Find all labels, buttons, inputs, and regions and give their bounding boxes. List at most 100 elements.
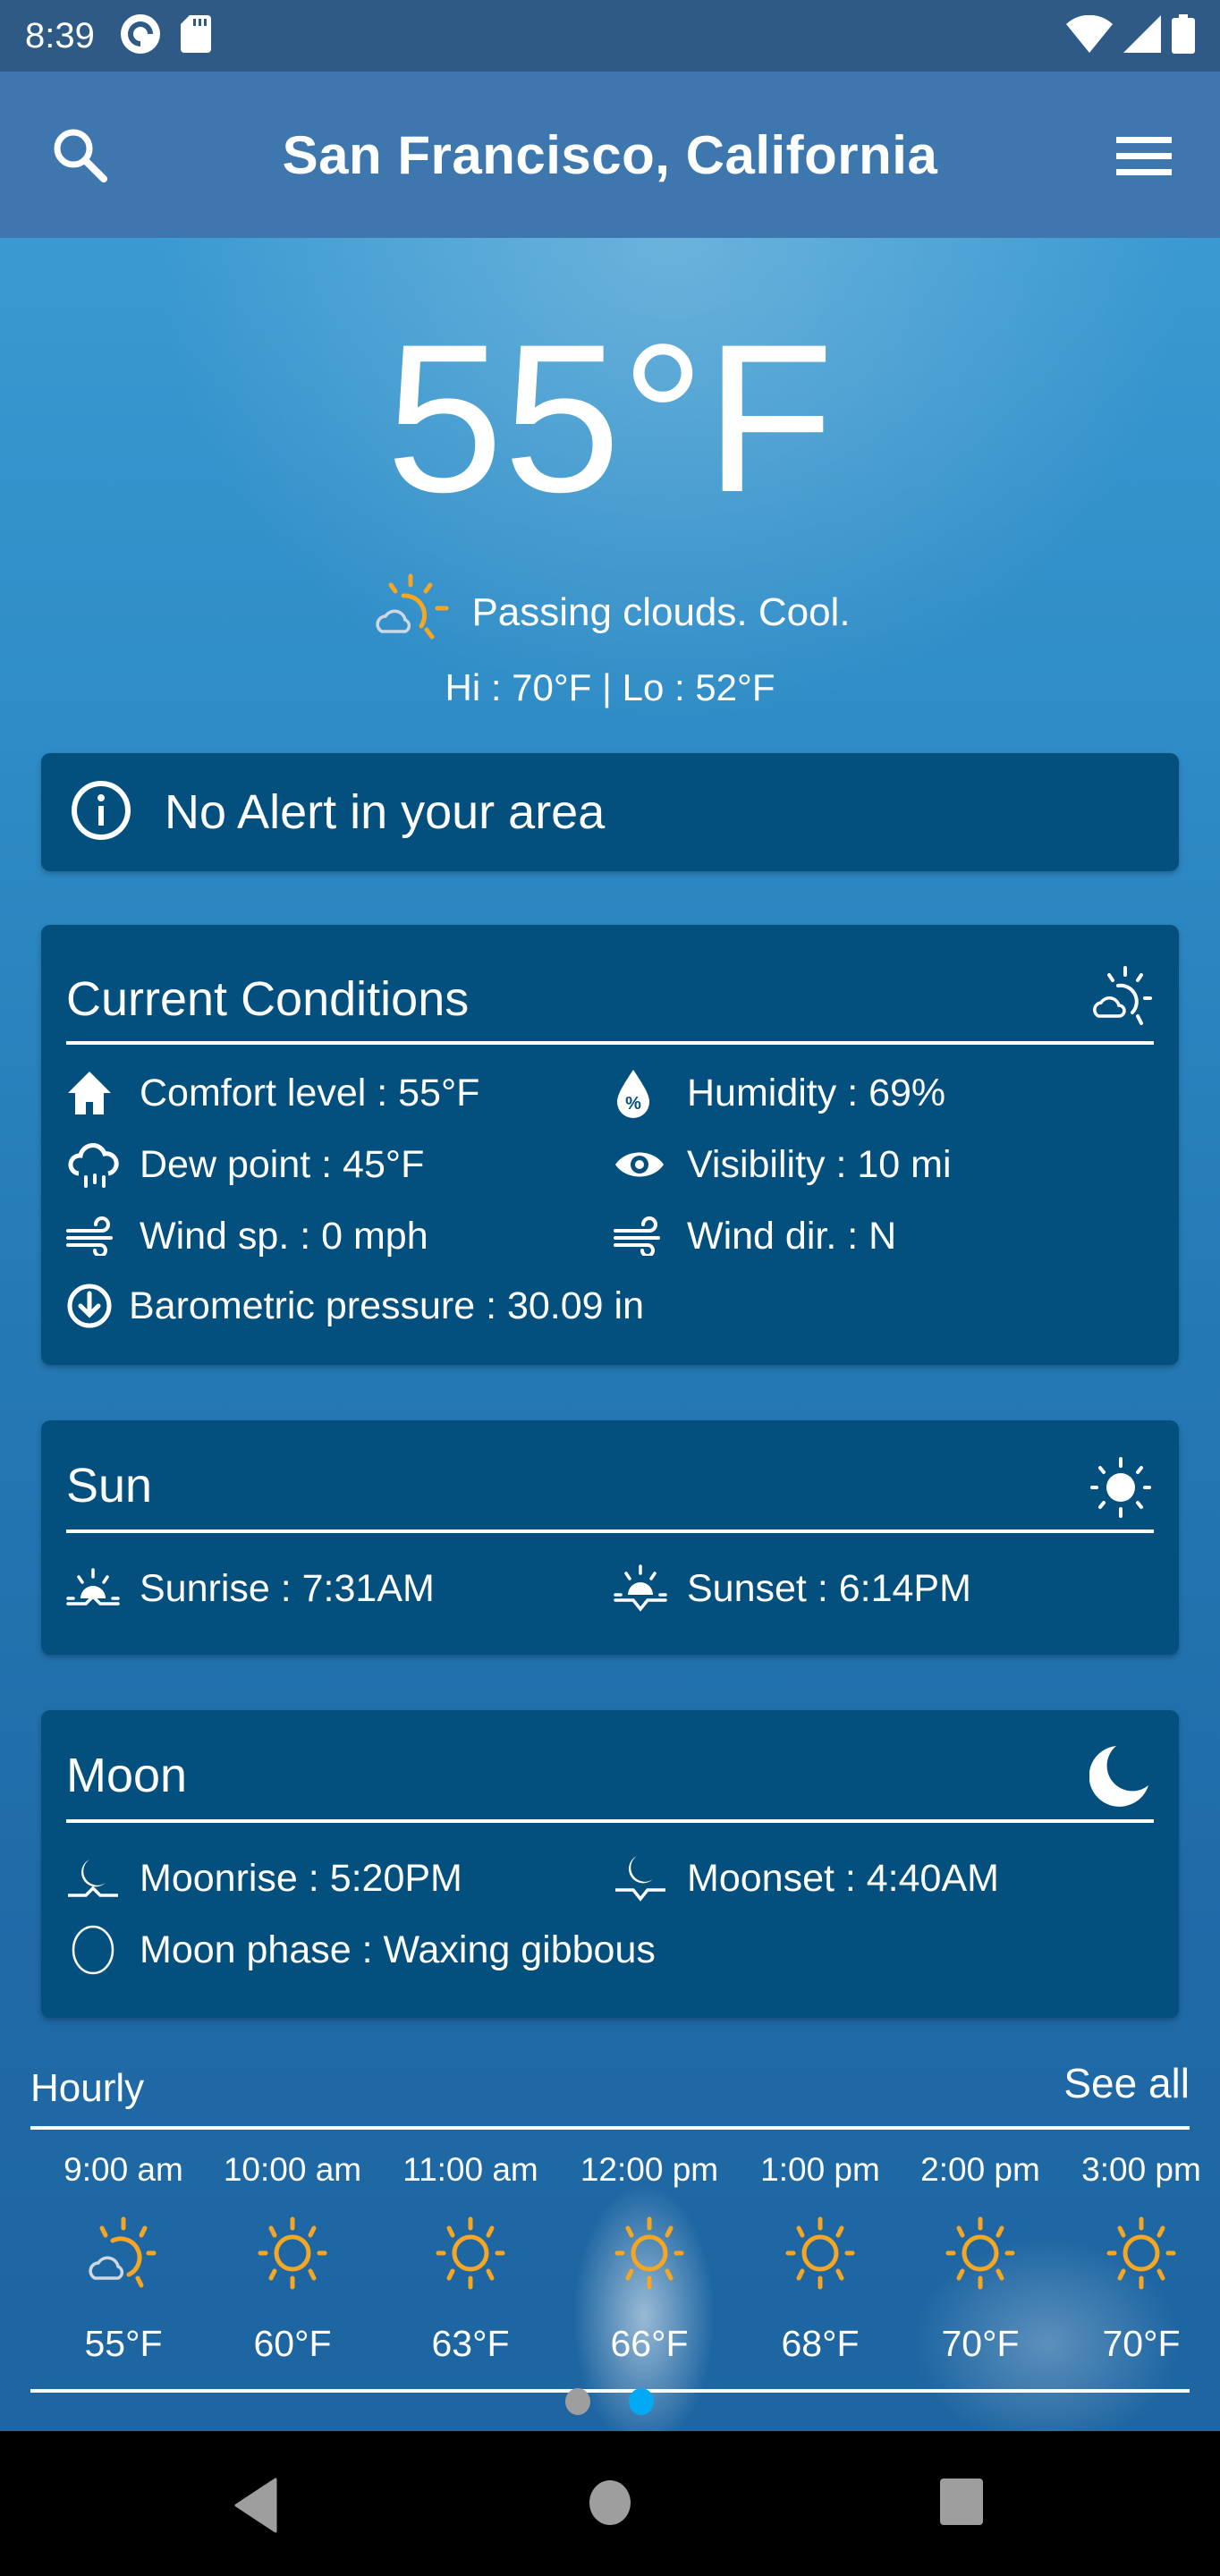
card-title: Sun: [66, 1459, 153, 1513]
status-bar: 8:39: [0, 0, 1220, 72]
crescent-moon-icon: [1089, 1742, 1152, 1813]
divider: [30, 2389, 1190, 2393]
pressure-down-icon: [66, 1281, 113, 1331]
hour-time: 1:00 pm: [760, 2151, 880, 2188]
divider: [30, 2126, 1190, 2130]
card-title: Moon: [66, 1749, 188, 1802]
dew-cloud-icon: [66, 1140, 120, 1190]
divider: [66, 1819, 1154, 1823]
partly-cloudy-icon: [1091, 966, 1152, 1033]
hourly-item[interactable]: 10:00 am 60°F: [208, 2151, 377, 2365]
wind-speed: Wind sp. : 0 mph: [66, 1211, 428, 1261]
moonrise-text: Moonrise : 5:20PM: [140, 1856, 462, 1900]
wind-icon: [66, 1211, 120, 1261]
hour-temperature: 68°F: [781, 2323, 860, 2364]
wind-direction: Wind dir. : N: [614, 1211, 896, 1261]
hour-temperature: 60°F: [253, 2323, 332, 2364]
hour-temperature: 63°F: [431, 2323, 510, 2364]
hourly-item[interactable]: 3:00 pm 70°F: [1056, 2151, 1220, 2365]
home-button[interactable]: [589, 2479, 631, 2530]
info-icon: [70, 779, 132, 846]
dew-point: Dew point : 45°F: [66, 1140, 424, 1190]
sunny-icon: [735, 2216, 905, 2291]
barometric-pressure-text: Barometric pressure : 30.09 in: [129, 1284, 644, 1327]
home-icon: [66, 1068, 120, 1118]
pocket-casts-icon: [120, 13, 161, 59]
svg-text:%: %: [625, 1094, 641, 1114]
hour-time: 10:00 am: [223, 2151, 362, 2188]
sunny-icon: [564, 2216, 734, 2291]
sunrise-text: Sunrise : 7:31AM: [140, 1566, 435, 1610]
hourly-title: Hourly: [30, 2066, 145, 2110]
eye-icon: [614, 1140, 667, 1190]
sunset: Sunset : 6:14PM: [614, 1563, 971, 1614]
sunny-icon: [385, 2216, 555, 2291]
alert-text: No Alert in your area: [165, 785, 606, 839]
recents-button[interactable]: [939, 2478, 984, 2530]
moon-card: Moon Moonrise : 5:20PM Moonset : 4:40AM …: [41, 1710, 1179, 2018]
moon-phase: Moon phase : Waxing gibbous: [66, 1925, 656, 1975]
sd-card-icon: [180, 14, 211, 57]
hour-temperature: 70°F: [1102, 2323, 1181, 2364]
hour-time: 9:00 am: [64, 2151, 183, 2188]
search-icon[interactable]: [50, 125, 113, 188]
moonset-text: Moonset : 4:40AM: [687, 1856, 999, 1900]
pager-dot-1[interactable]: [565, 2388, 590, 2415]
menu-icon[interactable]: [1113, 130, 1175, 183]
sunrise: Sunrise : 7:31AM: [66, 1563, 435, 1614]
card-title: Current Conditions: [66, 972, 470, 1026]
wind-direction-text: Wind dir. : N: [687, 1214, 897, 1258]
barometric-pressure: Barometric pressure : 30.09 in: [66, 1281, 644, 1331]
back-button[interactable]: [234, 2478, 277, 2538]
hour-temperature: 66°F: [610, 2323, 689, 2364]
hour-time: 11:00 am: [402, 2151, 538, 2188]
humidity-text: Humidity : 69%: [687, 1071, 946, 1114]
moonset: Moonset : 4:40AM: [614, 1853, 999, 1903]
see-all-link[interactable]: See all: [1063, 2059, 1190, 2107]
current-conditions-card: Current Conditions Comfort level : 55°F …: [41, 925, 1179, 1365]
visibility: Visibility : 10 mi: [614, 1140, 952, 1190]
current-temperature: 55°F: [385, 301, 835, 537]
sunny-icon: [1056, 2216, 1220, 2291]
system-nav-bar: [0, 2431, 1220, 2576]
partly-cloudy-icon: [38, 2216, 208, 2291]
humidity: % Humidity : 69%: [614, 1068, 945, 1118]
hour-time: 12:00 pm: [580, 2151, 719, 2188]
sunrise-icon: [66, 1563, 120, 1614]
hi-lo-temperature: Hi : 70°F | Lo : 52°F: [445, 666, 775, 708]
status-time: 8:39: [25, 15, 95, 55]
sun-icon: [1089, 1456, 1152, 1523]
battery-icon: [1172, 13, 1195, 58]
wind-icon: [614, 1211, 667, 1261]
hour-time: 3:00 pm: [1081, 2151, 1201, 2188]
hourly-item[interactable]: 11:00 am 63°F: [385, 2151, 555, 2365]
hourly-item[interactable]: 1:00 pm 68°F: [735, 2151, 905, 2365]
hourly-item[interactable]: 12:00 pm 66°F: [564, 2151, 734, 2365]
weather-screen: 8:39 San Francisco, California 55°F Pass…: [0, 0, 1220, 2431]
partly-cloudy-icon: [369, 572, 452, 652]
hour-temperature: 55°F: [84, 2323, 163, 2364]
moon-phase-icon: [66, 1925, 120, 1975]
visibility-text: Visibility : 10 mi: [687, 1142, 952, 1186]
dew-point-text: Dew point : 45°F: [140, 1142, 425, 1186]
hourly-item[interactable]: 9:00 am 55°F: [38, 2151, 208, 2365]
humidity-drop-icon: %: [614, 1068, 667, 1118]
wifi-icon: [1066, 14, 1113, 57]
app-bar: San Francisco, California: [0, 72, 1220, 238]
location-title[interactable]: San Francisco, California: [283, 124, 938, 186]
moonrise: Moonrise : 5:20PM: [66, 1853, 462, 1903]
comfort-level-text: Comfort level : 55°F: [140, 1071, 480, 1114]
sunny-icon: [208, 2216, 377, 2291]
hour-temperature: 70°F: [941, 2323, 1020, 2364]
sunset-icon: [614, 1563, 667, 1614]
divider: [66, 1530, 1154, 1533]
moonrise-icon: [66, 1853, 120, 1903]
pager-dot-2[interactable]: [629, 2388, 654, 2415]
hour-time: 2:00 pm: [920, 2151, 1040, 2188]
condition-text: Passing clouds. Cool.: [471, 589, 851, 634]
alert-banner[interactable]: No Alert in your area: [41, 753, 1179, 871]
hourly-item[interactable]: 2:00 pm 70°F: [895, 2151, 1065, 2365]
comfort-level: Comfort level : 55°F: [66, 1068, 479, 1118]
moon-phase-text: Moon phase : Waxing gibbous: [140, 1928, 656, 1971]
moonset-icon: [614, 1853, 667, 1903]
